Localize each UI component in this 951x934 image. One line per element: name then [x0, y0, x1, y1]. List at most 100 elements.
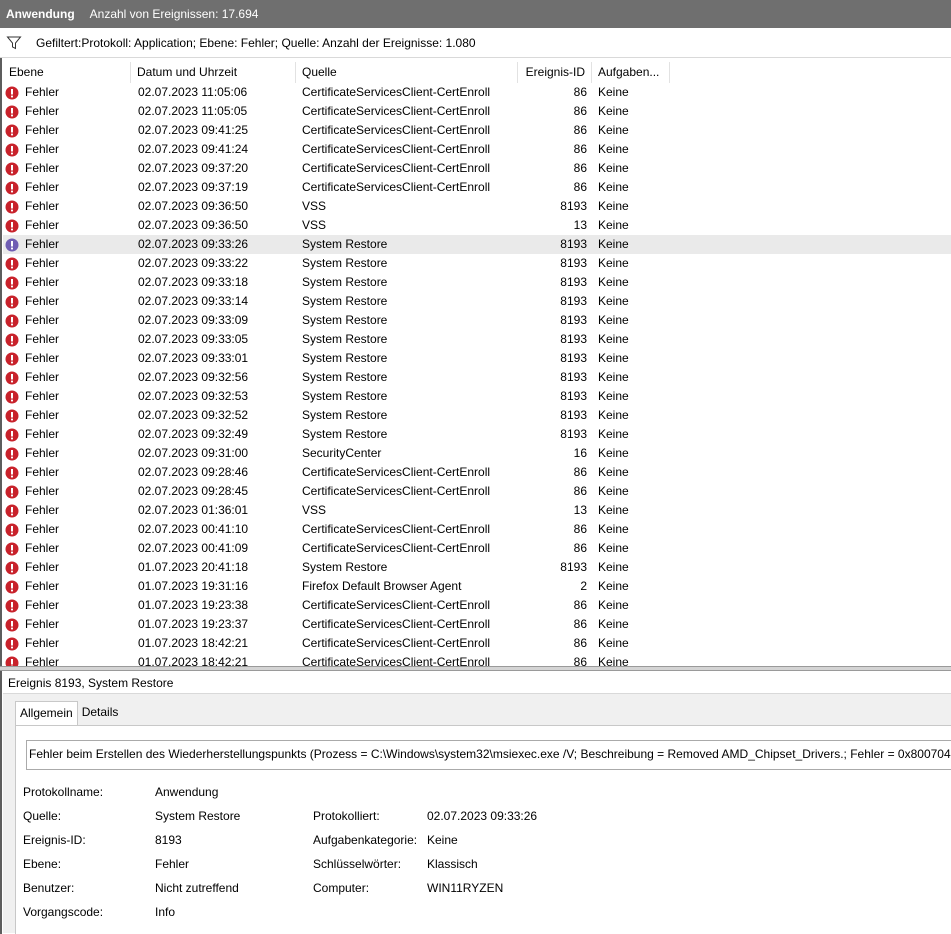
table-row[interactable]: Fehler 02.07.2023 09:31:00 SecurityCenter 1… [3, 444, 951, 463]
tab-general[interactable]: Allgemein [15, 701, 78, 726]
value-logname[interactable]: Anwendung [155, 785, 218, 799]
level-text: Fehler [25, 446, 60, 460]
table-row[interactable]: Fehler 02.07.2023 09:33:26 System Restore 8… [3, 235, 951, 254]
error-icon [5, 219, 19, 232]
event-id-cell: 86 [573, 104, 587, 118]
error-icon [5, 390, 19, 403]
event-id-cell: 86 [573, 85, 587, 99]
date-cell: 02.07.2023 09:33:14 [138, 294, 249, 308]
event-id-cell: 8193 [560, 370, 587, 384]
task-cell: Keine [598, 294, 629, 308]
column-header-date[interactable]: Datum und Uhrzeit [131, 62, 296, 83]
error-icon [5, 656, 19, 666]
column-header-source[interactable]: Quelle [296, 62, 518, 83]
date-cell: 02.07.2023 09:36:50 [138, 218, 249, 232]
label-eventid: Ereignis-ID: [23, 833, 86, 847]
date-cell: 02.07.2023 09:41:24 [138, 142, 249, 156]
value-keywords[interactable]: Klassisch [427, 857, 478, 871]
table-row[interactable]: Fehler 02.07.2023 09:37:20 CertificateServ… [3, 159, 951, 178]
level-cell: Fehler [5, 634, 130, 653]
table-row[interactable]: Fehler 02.07.2023 09:32:53 System Restore 8… [3, 387, 951, 406]
event-id-cell: 8193 [560, 313, 587, 327]
source-cell: CertificateServicesClient-CertEnroll [302, 180, 491, 194]
task-cell: Keine [598, 522, 629, 536]
value-source[interactable]: System Restore [155, 809, 240, 823]
event-list[interactable]: Ebene Datum und Uhrzeit Quelle Ereignis-… [3, 62, 951, 666]
value-eventid[interactable]: 8193 [155, 833, 182, 847]
event-id-cell: 8193 [560, 408, 587, 422]
column-header-event-id[interactable]: Ereignis-ID [518, 62, 592, 83]
table-row[interactable]: Fehler 02.07.2023 09:32:49 System Restore 8… [3, 425, 951, 444]
date-cell: 02.07.2023 09:28:45 [138, 484, 249, 498]
pane-splitter[interactable] [0, 666, 951, 671]
date-cell: 02.07.2023 11:05:05 [138, 104, 248, 118]
date-cell: 02.07.2023 09:33:05 [138, 332, 249, 346]
source-cell: CertificateServicesClient-CertEnroll [302, 484, 491, 498]
error-icon [5, 124, 19, 137]
table-row[interactable]: Fehler 02.07.2023 01:36:01 VSS 13 Keine [3, 501, 951, 520]
value-level[interactable]: Fehler [155, 857, 189, 871]
column-header-task[interactable]: Aufgaben... [592, 62, 670, 83]
label-logged: Protokolliert: [313, 809, 380, 823]
task-cell: Keine [598, 351, 629, 365]
value-computer[interactable]: WIN11RYZEN [427, 881, 503, 895]
source-cell: System Restore [302, 256, 388, 270]
event-detail-pane: Allgemein Details Fehler beim Erstellen … [3, 694, 951, 934]
task-cell: Keine [598, 617, 629, 631]
table-row[interactable]: Fehler 02.07.2023 00:41:09 CertificateServ… [3, 539, 951, 558]
value-logged[interactable]: 02.07.2023 09:33:26 [427, 809, 537, 823]
table-row[interactable]: Fehler 01.07.2023 18:42:21 CertificateServ… [3, 653, 951, 666]
source-cell: Firefox Default Browser Agent [302, 579, 462, 593]
event-id-cell: 86 [573, 617, 587, 631]
table-row[interactable]: Fehler 02.07.2023 09:28:46 CertificateServ… [3, 463, 951, 482]
table-row[interactable]: Fehler 02.07.2023 09:32:56 System Restore 8… [3, 368, 951, 387]
table-row[interactable]: Fehler 02.07.2023 00:41:10 CertificateServ… [3, 520, 951, 539]
table-row[interactable]: Fehler 01.07.2023 20:41:18 System Restore 8… [3, 558, 951, 577]
event-id-cell: 86 [573, 180, 587, 194]
level-text: Fehler [25, 484, 60, 498]
table-row[interactable]: Fehler 02.07.2023 11:05:06 CertificateServ… [3, 83, 951, 102]
value-taskcat[interactable]: Keine [427, 833, 458, 847]
error-icon [5, 466, 19, 479]
table-row[interactable]: Fehler 02.07.2023 11:05:05 CertificateServ… [3, 102, 951, 121]
event-description[interactable]: Fehler beim Erstellen des Wiederherstell… [26, 740, 951, 770]
level-text: Fehler [25, 161, 60, 175]
task-cell: Keine [598, 389, 629, 403]
table-row[interactable]: Fehler 02.07.2023 09:33:22 System Restore 8… [3, 254, 951, 273]
table-row[interactable]: Fehler 02.07.2023 09:37:19 CertificateServ… [3, 178, 951, 197]
table-row[interactable]: Fehler 02.07.2023 09:33:09 System Restore 8… [3, 311, 951, 330]
table-row[interactable]: Fehler 02.07.2023 09:33:05 System Restore 8… [3, 330, 951, 349]
table-row[interactable]: Fehler 02.07.2023 09:41:24 CertificateServ… [3, 140, 951, 159]
event-id-cell: 86 [573, 541, 587, 555]
error-icon [5, 618, 19, 631]
level-text: Fehler [25, 465, 60, 479]
level-cell: Fehler [5, 235, 130, 254]
table-row[interactable]: Fehler 01.07.2023 19:23:38 CertificateServ… [3, 596, 951, 615]
table-row[interactable]: Fehler 02.07.2023 09:33:01 System Restore 8… [3, 349, 951, 368]
table-row[interactable]: Fehler 01.07.2023 18:42:21 CertificateServ… [3, 634, 951, 653]
date-cell: 02.07.2023 09:32:52 [138, 408, 249, 422]
table-row[interactable]: Fehler 02.07.2023 09:41:25 CertificateServ… [3, 121, 951, 140]
level-cell: Fehler [5, 615, 130, 634]
table-row[interactable]: Fehler 02.07.2023 09:33:18 System Restore 8… [3, 273, 951, 292]
level-text: Fehler [25, 579, 60, 593]
table-row[interactable]: Fehler 02.07.2023 09:32:52 System Restore 8… [3, 406, 951, 425]
task-cell: Keine [598, 332, 629, 346]
column-header-level[interactable]: Ebene [3, 62, 131, 83]
table-row[interactable]: Fehler 02.07.2023 09:28:45 CertificateServ… [3, 482, 951, 501]
table-row[interactable]: Fehler 01.07.2023 19:23:37 CertificateServ… [3, 615, 951, 634]
task-cell: Keine [598, 408, 629, 422]
error-icon [5, 352, 19, 365]
table-row[interactable]: Fehler 02.07.2023 09:36:50 VSS 13 Keine [3, 216, 951, 235]
table-row[interactable]: Fehler 02.07.2023 09:33:14 System Restore 8… [3, 292, 951, 311]
task-cell: Keine [598, 541, 629, 555]
table-row[interactable]: Fehler 02.07.2023 09:36:50 VSS 8193 Keine [3, 197, 951, 216]
source-cell: CertificateServicesClient-CertEnroll [302, 522, 491, 536]
value-user[interactable]: Nicht zutreffend [155, 881, 239, 895]
task-cell: Keine [598, 503, 629, 517]
table-row[interactable]: Fehler 01.07.2023 19:31:16 Firefox Default… [3, 577, 951, 596]
level-cell: Fehler [5, 558, 130, 577]
value-opcode[interactable]: Info [155, 905, 175, 919]
level-text: Fehler [25, 199, 60, 213]
tab-details[interactable]: Details [78, 701, 123, 723]
